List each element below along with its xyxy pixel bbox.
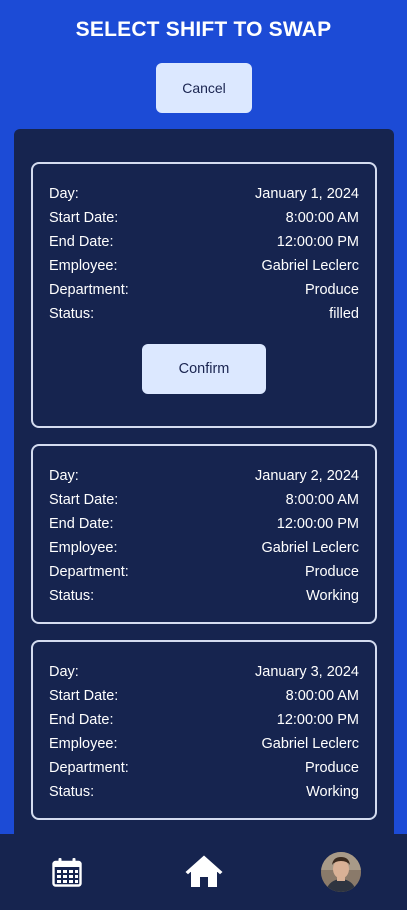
shift-list[interactable]: Day: January 1, 2024 Start Date: 8:00:00…	[14, 129, 394, 910]
start-date-value: 8:00:00 AM	[285, 210, 359, 226]
start-date-row: Start Date: 8:00:00 AM	[49, 488, 359, 512]
status-row: Status: filled	[49, 302, 359, 326]
employee-label: Employee:	[49, 540, 118, 556]
start-date-label: Start Date:	[49, 492, 119, 508]
employee-label: Employee:	[49, 258, 118, 274]
nav-schedule[interactable]	[46, 834, 88, 910]
employee-row: Employee: Gabriel Leclerc	[49, 536, 359, 560]
status-value: filled	[329, 306, 359, 322]
employee-value: Gabriel Leclerc	[261, 540, 359, 556]
start-date-row: Start Date: 8:00:00 AM	[49, 206, 359, 230]
day-row: Day: January 3, 2024	[49, 660, 359, 684]
end-date-label: End Date:	[49, 712, 114, 728]
end-date-row: End Date: 12:00:00 PM	[49, 512, 359, 536]
avatar[interactable]	[321, 852, 361, 892]
start-date-row: Start Date: 8:00:00 AM	[49, 684, 359, 708]
department-row: Department: Produce	[49, 560, 359, 584]
home-icon[interactable]	[185, 855, 223, 889]
day-row: Day: January 1, 2024	[49, 182, 359, 206]
page: SELECT SHIFT TO SWAP Cancel Day: January…	[0, 0, 407, 910]
status-label: Status:	[49, 588, 95, 604]
calendar-icon[interactable]	[52, 857, 82, 887]
end-date-label: End Date:	[49, 234, 114, 250]
start-date-label: Start Date:	[49, 210, 119, 226]
status-label: Status:	[49, 784, 95, 800]
employee-value: Gabriel Leclerc	[261, 736, 359, 752]
department-row: Department: Produce	[49, 756, 359, 780]
status-label: Status:	[49, 306, 95, 322]
end-date-value: 12:00:00 PM	[276, 712, 359, 728]
day-row: Day: January 2, 2024	[49, 464, 359, 488]
end-date-label: End Date:	[49, 516, 114, 532]
employee-row: Employee: Gabriel Leclerc	[49, 732, 359, 756]
shift-card[interactable]: Day: January 3, 2024 Start Date: 8:00:00…	[31, 640, 377, 820]
day-label: Day:	[49, 468, 79, 484]
end-date-value: 12:00:00 PM	[276, 516, 359, 532]
start-date-value: 8:00:00 AM	[285, 492, 359, 508]
employee-label: Employee:	[49, 736, 118, 752]
department-value: Produce	[304, 282, 359, 298]
day-value: January 1, 2024	[255, 186, 359, 202]
day-label: Day:	[49, 186, 79, 202]
status-row: Status: Working	[49, 584, 359, 608]
cancel-button[interactable]: Cancel	[156, 63, 252, 113]
confirm-button[interactable]: Confirm	[142, 344, 266, 394]
end-date-row: End Date: 12:00:00 PM	[49, 708, 359, 732]
department-value: Produce	[304, 760, 359, 776]
shift-card[interactable]: Day: January 1, 2024 Start Date: 8:00:00…	[31, 162, 377, 428]
day-value: January 3, 2024	[255, 664, 359, 680]
department-label: Department:	[49, 564, 129, 580]
employee-row: Employee: Gabriel Leclerc	[49, 254, 359, 278]
status-row: Status: Working	[49, 780, 359, 804]
bottom-nav	[0, 834, 407, 910]
day-label: Day:	[49, 664, 79, 680]
end-date-row: End Date: 12:00:00 PM	[49, 230, 359, 254]
page-title: SELECT SHIFT TO SWAP	[75, 18, 332, 41]
nav-profile[interactable]	[319, 834, 363, 910]
department-label: Department:	[49, 282, 129, 298]
status-value: Working	[306, 784, 359, 800]
department-label: Department:	[49, 760, 129, 776]
start-date-value: 8:00:00 AM	[285, 688, 359, 704]
start-date-label: Start Date:	[49, 688, 119, 704]
end-date-value: 12:00:00 PM	[276, 234, 359, 250]
shift-card[interactable]: Day: January 2, 2024 Start Date: 8:00:00…	[31, 444, 377, 624]
nav-home[interactable]	[182, 834, 226, 910]
department-value: Produce	[304, 564, 359, 580]
department-row: Department: Produce	[49, 278, 359, 302]
status-value: Working	[306, 588, 359, 604]
day-value: January 2, 2024	[255, 468, 359, 484]
employee-value: Gabriel Leclerc	[261, 258, 359, 274]
